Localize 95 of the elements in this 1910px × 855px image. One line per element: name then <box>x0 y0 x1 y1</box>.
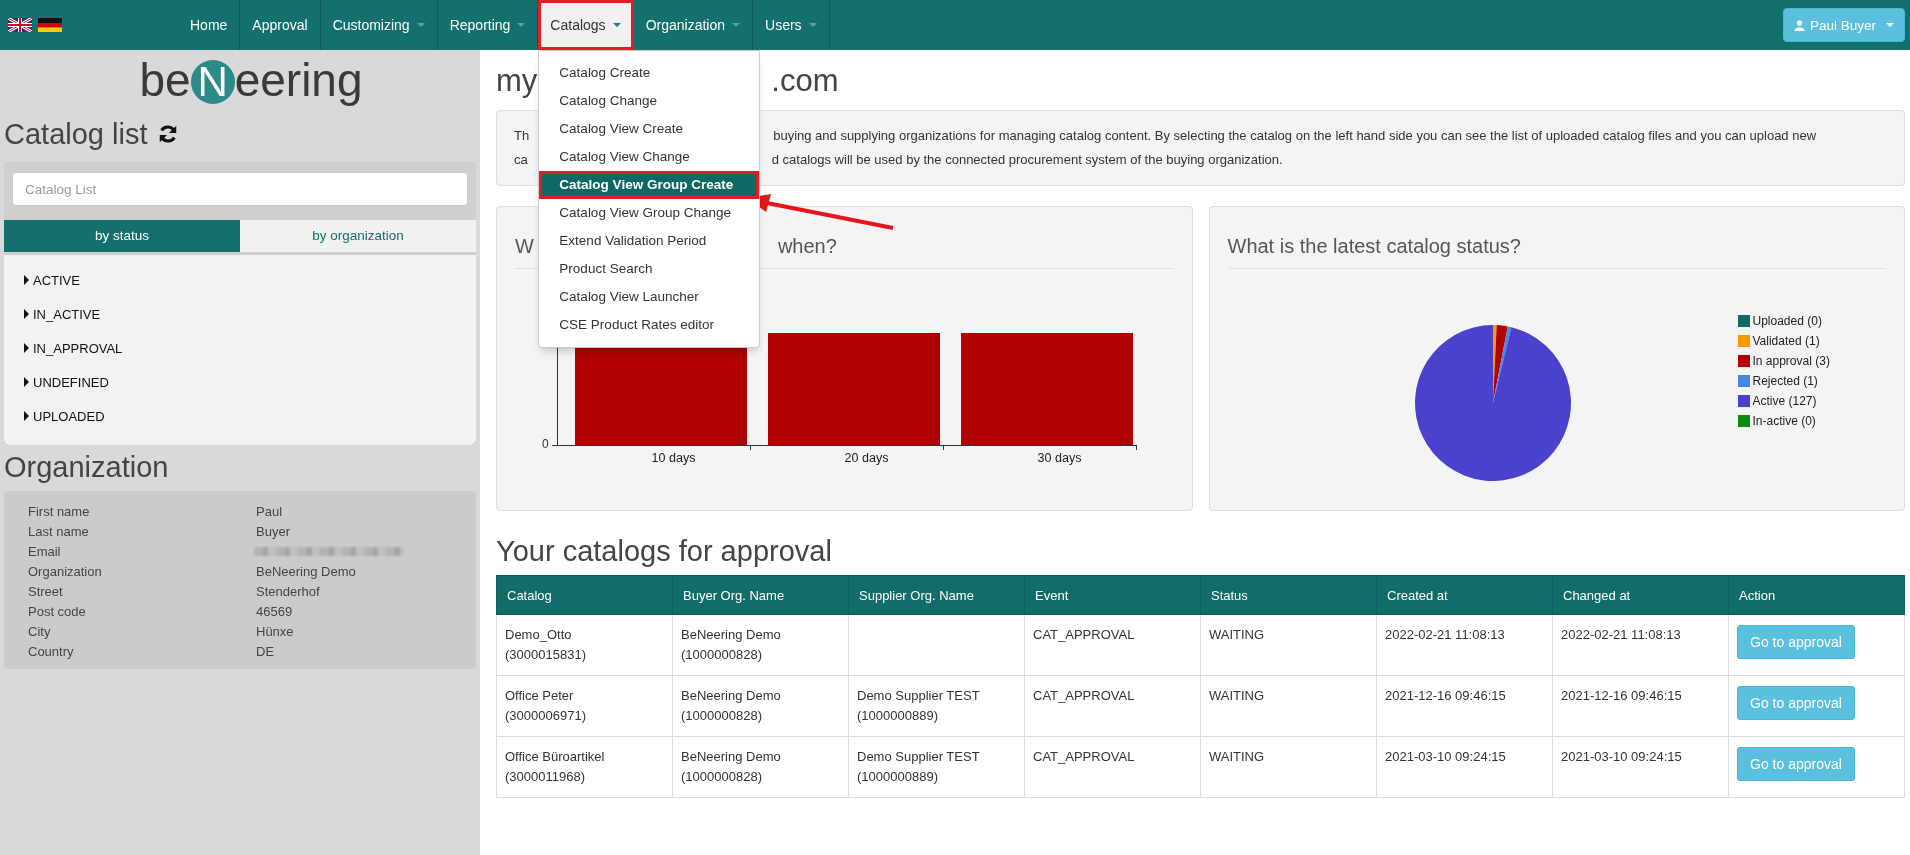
user-icon <box>1793 19 1805 31</box>
tab[interactable]: by status <box>4 220 240 252</box>
column-header: Created at <box>1376 575 1553 615</box>
axis-label: 10 days <box>650 451 697 465</box>
menu-item[interactable]: Catalog Change <box>539 87 760 115</box>
field-label: Street <box>27 583 64 599</box>
nav-item[interactable]: Catalogs <box>538 0 634 50</box>
table-cell: BeNeering Demo (1000000828) <box>681 627 781 662</box>
table-cell: 2021-03-10 09:24:15 <box>1561 749 1682 764</box>
table-cell: 2022-02-21 11:08:13 <box>1561 627 1681 642</box>
menu-item[interactable]: CSE Product Rates editor <box>539 311 760 339</box>
field-value: DE <box>256 643 275 659</box>
legend-label: Uploaded (0) <box>1752 314 1822 328</box>
german-flag-icon[interactable] <box>38 18 62 32</box>
field-value: BeNeering Demo <box>256 563 356 579</box>
table-cell: CAT_APPROVAL <box>1033 688 1135 703</box>
column-header: Supplier Org. Name <box>848 575 1025 615</box>
column-header: Buyer Org. Name <box>672 575 849 615</box>
field-label: Country <box>27 643 75 659</box>
field-value: Stenderhof <box>256 583 320 599</box>
section-title: Your catalogs for approval <box>496 534 833 569</box>
column-header: Changed at <box>1552 575 1729 615</box>
tree-item[interactable]: UPLOADED <box>33 408 105 424</box>
section-title: Catalog list <box>4 117 148 152</box>
intro-text: d catalogs will be used by the connected procurement system of the buying organization. <box>771 151 1283 169</box>
tree-item[interactable]: IN_APPROVAL <box>33 340 123 356</box>
legend-label: In approval (3) <box>1752 354 1830 368</box>
field-value: 46569 <box>256 603 293 619</box>
legend-label: In-active (0) <box>1752 414 1816 428</box>
field-label: Email <box>27 543 62 559</box>
tree-item[interactable]: ACTIVE <box>33 272 80 288</box>
menu-item[interactable]: Product Search <box>539 255 760 283</box>
table-cell: 2022-02-21 11:08:13 <box>1385 627 1505 642</box>
menu-item[interactable]: Catalog View Change <box>539 143 760 171</box>
table-cell: CAT_APPROVAL <box>1033 627 1135 642</box>
field-label: Last name <box>27 523 90 539</box>
table-cell: BeNeering Demo (1000000828) <box>681 688 781 723</box>
chart-title: when? <box>777 235 837 258</box>
logo: be N eering <box>139 54 363 106</box>
column-header: Action <box>1728 575 1905 615</box>
caret-icon[interactable] <box>24 309 29 319</box>
page-title: my <box>496 62 538 100</box>
axis-label: 20 days <box>843 451 890 465</box>
page-title: .com <box>771 62 839 100</box>
intro-text: ca <box>514 151 528 169</box>
table-cell: Demo Supplier TEST (1000000889) <box>857 688 980 723</box>
table-cell: Demo Supplier TEST (1000000889) <box>857 749 980 784</box>
menu-item[interactable]: Extend Validation Period <box>539 227 760 255</box>
table-cell: BeNeering Demo (1000000828) <box>681 749 781 784</box>
intro-text: Th <box>514 127 530 145</box>
table-cell: WAITING <box>1209 688 1265 703</box>
column-header: Catalog <box>496 575 673 615</box>
caret-icon[interactable] <box>24 343 29 353</box>
chart-title: W <box>515 235 534 258</box>
search-field[interactable]: Catalog List <box>12 172 468 206</box>
menu-item[interactable]: Catalog View Group Change <box>539 199 760 227</box>
field-value: Buyer <box>256 523 290 539</box>
nav-item[interactable]: Users <box>753 0 830 50</box>
menu-item[interactable]: Catalog Create <box>539 59 760 87</box>
legend-label: Validated (1) <box>1752 334 1820 348</box>
table-cell: 2021-12-16 09:46:15 <box>1561 688 1682 703</box>
menu-item[interactable]: Catalog View Create <box>539 115 760 143</box>
menu-item[interactable]: Catalog View Launcher <box>539 283 760 311</box>
tree-item[interactable]: UNDEFINED <box>33 374 109 390</box>
table-cell: Office Peter (3000006971) <box>505 688 586 723</box>
table-cell: Office Büroartikel (3000011968) <box>505 749 605 784</box>
field-label: City <box>27 623 52 639</box>
column-header: Status <box>1200 575 1377 615</box>
table-cell: CAT_APPROVAL <box>1033 749 1135 764</box>
field-label: First name <box>27 503 91 519</box>
axis-label: 30 days <box>1036 451 1083 465</box>
axis-label: 0 <box>542 437 549 451</box>
table-cell: 2021-12-16 09:46:15 <box>1385 688 1506 703</box>
legend-label: Active (127) <box>1752 394 1817 408</box>
uk-flag-icon[interactable] <box>8 18 32 32</box>
table-cell: Demo_Otto (3000015831) <box>505 627 586 662</box>
tab[interactable]: by organization <box>240 220 476 252</box>
field-label: Organization <box>27 563 103 579</box>
table-cell: WAITING <box>1209 749 1265 764</box>
nav-item[interactable]: Organization <box>633 0 753 50</box>
legend-label: Rejected (1) <box>1752 374 1818 388</box>
intro-text: buying and supplying organizations for managing catalog content. By selecting the catalog on the left hand side you can see the list of uploaded catalog files and you can upload new <box>773 127 1817 145</box>
field-value: Hünxe <box>256 623 294 639</box>
tree-item[interactable]: IN_ACTIVE <box>33 306 101 322</box>
caret-icon[interactable] <box>24 377 29 387</box>
menu-item[interactable]: Catalog View Group Create <box>539 171 760 199</box>
table-cell: 2021-03-10 09:24:15 <box>1385 749 1506 764</box>
field-value: Paul <box>256 503 283 519</box>
field-label: Post code <box>27 603 87 619</box>
section-title: Organization <box>4 450 170 485</box>
caret-icon[interactable] <box>24 411 29 421</box>
table-cell: WAITING <box>1209 627 1265 642</box>
column-header: Event <box>1024 575 1201 615</box>
chart-title: What is the latest catalog status? <box>1227 235 1521 258</box>
caret-icon[interactable] <box>24 275 29 285</box>
